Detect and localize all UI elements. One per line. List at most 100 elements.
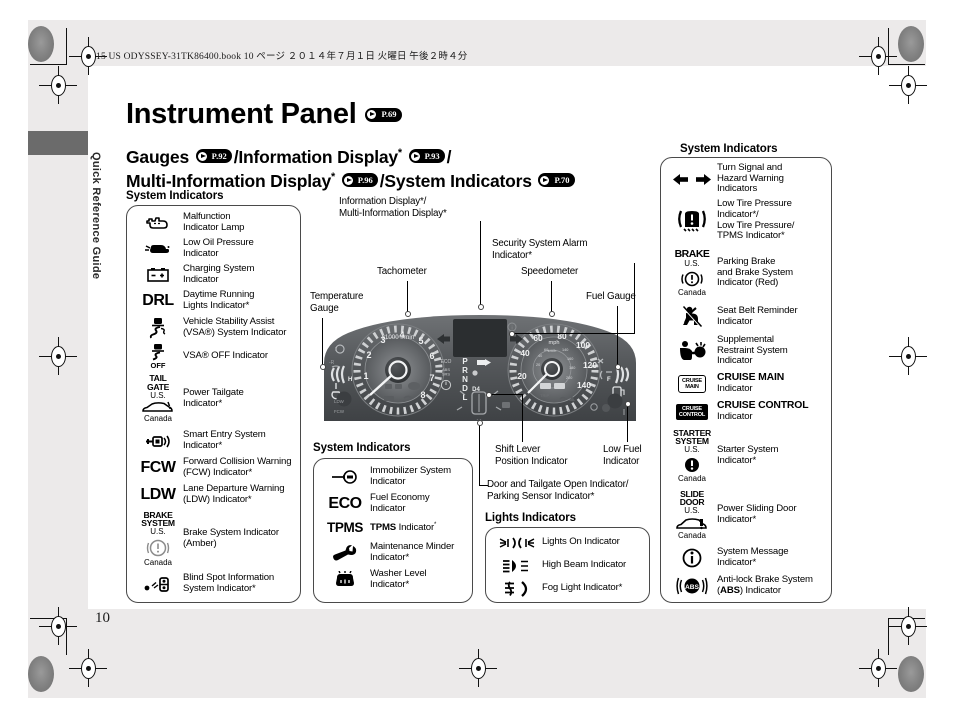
vsa-off-icon: OFF bbox=[135, 343, 181, 370]
high-beam-icon bbox=[494, 558, 540, 574]
leader-line-shift-lever-horizontal bbox=[489, 394, 523, 395]
page-ref-badge-system-indicators[interactable]: P.70 bbox=[538, 173, 575, 187]
page-ref-badge-title[interactable]: P.69 bbox=[365, 107, 402, 122]
tpms-bold-prefix: TPMS bbox=[370, 521, 397, 533]
callout-fuel-gauge: Fuel Gauge bbox=[586, 291, 636, 302]
supplemental-restraint-icon bbox=[669, 340, 715, 362]
list-item-label: Vehicle Stability Assist (VSA®) System In… bbox=[183, 316, 287, 338]
list-item: Immobilizer System Indicator bbox=[314, 463, 472, 490]
registration-mark-bottom-right bbox=[889, 607, 927, 645]
low-oil-pressure-icon bbox=[135, 241, 181, 258]
list-item: Seat Belt Reminder Indicator bbox=[661, 302, 831, 332]
list-item-label: Malfunction Indicator Lamp bbox=[183, 211, 245, 233]
list-item: FCW Forward Collision Warning (FCW) Indic… bbox=[127, 454, 300, 481]
malfunction-indicator-lamp-icon bbox=[135, 215, 181, 232]
list-item-label: Seat Belt Reminder Indicator bbox=[717, 305, 798, 327]
list-item-label: High Beam Indicator bbox=[542, 559, 627, 571]
list-item: Blind Spot Information System Indicator* bbox=[127, 570, 300, 598]
leader-line-temperature-gauge bbox=[322, 318, 323, 366]
svg-text:km/h: km/h bbox=[548, 348, 557, 353]
immobilizer-key-icon bbox=[322, 469, 368, 484]
washer-level-icon bbox=[322, 570, 368, 589]
region-label-us: U.S. bbox=[684, 506, 700, 516]
list-item-label: Low Oil Pressure Indicator bbox=[183, 237, 254, 259]
print-file-header: 15 US ODYSSEY-31TK86400.book 10 ページ ２０１４… bbox=[96, 52, 468, 62]
list-item-label: Supplemental Restraint System Indicator bbox=[717, 334, 788, 367]
list-item: Maintenance Minder Indicator* bbox=[314, 539, 472, 566]
leader-line-speedometer bbox=[551, 281, 552, 313]
list-item: OFF VSA® OFF Indicator bbox=[127, 342, 300, 370]
blind-spot-information-icon bbox=[135, 575, 181, 594]
page-ref-badge-multi-info[interactable]: P.96 bbox=[341, 173, 378, 187]
caption-lights-indicators: Lights Indicators bbox=[485, 512, 576, 524]
vsa-system-icon bbox=[135, 317, 181, 339]
page-number: 10 bbox=[95, 610, 110, 626]
tailgate-text-icon: TAIL GATE bbox=[146, 373, 170, 392]
list-item: Smart Entry System Indicator* bbox=[127, 428, 300, 454]
system-message-icon bbox=[669, 547, 715, 569]
svg-text:D: D bbox=[462, 384, 468, 393]
list-item: CRUISE CONTROL CRUISE CONTROL Indicator bbox=[661, 398, 831, 426]
list-item: Charging System Indicator bbox=[127, 262, 300, 288]
list-item-label: Anti-lock Brake System (ABS) Indicator bbox=[717, 574, 813, 596]
page-ref-text: P.93 bbox=[424, 150, 440, 161]
leader-endpoint-door-tailgate bbox=[477, 420, 483, 426]
brake-warning-symbol-icon bbox=[681, 271, 703, 286]
list-item-label: Fog Light Indicator* bbox=[542, 582, 623, 594]
list-item-label: VSA® OFF Indicator bbox=[183, 349, 268, 361]
page-ref-text: P.70 bbox=[554, 174, 570, 185]
list-item: Malfunction Indicator Lamp bbox=[127, 210, 300, 236]
subtitle-slash-1: / bbox=[446, 147, 452, 167]
list-item: SLIDE DOOR U.S. Canada Power Sliding Door… bbox=[661, 486, 831, 544]
list-item-label: Parking Brake and Brake System Indicator (… bbox=[717, 256, 793, 289]
list-item-label: Daytime Running Lights Indicator* bbox=[183, 289, 255, 311]
print-corner-dot-bottom-left bbox=[28, 656, 54, 692]
svg-text:2: 2 bbox=[366, 350, 371, 360]
svg-text:8: 8 bbox=[420, 390, 425, 400]
power-tailgate-icon: TAIL GATE U.S. Canada bbox=[135, 374, 181, 424]
page-ref-badge-info-display[interactable]: P.93 bbox=[408, 149, 445, 163]
leader-endpoint-fuel-gauge bbox=[615, 364, 621, 370]
arrow-right-icon bbox=[343, 174, 356, 186]
left-system-indicators-box: Malfunction Indicator Lamp Low Oil Pressu… bbox=[126, 205, 301, 603]
cruise-main-icon: CRUISE MAIN bbox=[669, 375, 715, 393]
list-item: Low Oil Pressure Indicator bbox=[127, 236, 300, 262]
svg-text:100: 100 bbox=[576, 340, 590, 350]
svg-text:LDW: LDW bbox=[334, 399, 345, 404]
registration-mark-top-left-lower bbox=[39, 66, 77, 104]
list-item: STARTER SYSTEM U.S. Canada Starter System… bbox=[661, 426, 831, 486]
registration-mark-right-middle bbox=[889, 337, 927, 375]
callout-security-system-alarm: Security System Alarm Indicator* bbox=[492, 238, 588, 261]
list-item: CRUISE MAIN CRUISE MAIN Indicator bbox=[661, 370, 831, 398]
callout-low-fuel-indicator: Low Fuel Indicator bbox=[603, 444, 642, 467]
leader-endpoint-low-fuel bbox=[625, 401, 631, 407]
svg-text:4: 4 bbox=[399, 330, 404, 340]
list-item: Supplemental Restraint System Indicator bbox=[661, 332, 831, 370]
list-item-label: Lane Departure Warning (LDW) Indicator* bbox=[183, 482, 285, 505]
eco-text-icon: ECO bbox=[328, 494, 362, 512]
list-item: High Beam Indicator bbox=[486, 554, 649, 577]
crop-bracket-top-left bbox=[30, 28, 67, 65]
list-item: BRAKE U.S. Canada Parking Brake and Brake… bbox=[661, 244, 831, 302]
registration-mark-left-middle bbox=[39, 337, 77, 375]
svg-text:1: 1 bbox=[363, 371, 368, 381]
arrow-right-icon bbox=[367, 109, 379, 121]
callout-shift-lever-position: Shift Lever Position Indicator bbox=[495, 444, 568, 467]
registration-mark-bottom-left-lower bbox=[69, 649, 107, 687]
leader-line-low-fuel bbox=[627, 404, 628, 442]
list-item-label: Maintenance Minder Indicator* bbox=[370, 540, 455, 563]
registration-mark-bottom-left bbox=[39, 607, 77, 645]
sliding-door-vehicle-icon bbox=[676, 517, 707, 529]
sidebar-section-label: Quick Reference Guide bbox=[90, 152, 102, 280]
lights-indicators-box: Lights On Indicator High Beam Indicator … bbox=[485, 527, 650, 603]
list-item-label: Turn Signal and Hazard Warning Indicators bbox=[717, 162, 784, 195]
svg-text:20: 20 bbox=[517, 371, 527, 381]
sidebar-tab bbox=[28, 131, 88, 155]
brake-system-amber-icon: BRAKE SYSTEM U.S. Canada bbox=[135, 510, 181, 568]
svg-text:P: P bbox=[462, 357, 468, 366]
leader-endpoint-security-alarm bbox=[509, 331, 515, 337]
leader-line-fuel-gauge bbox=[617, 306, 618, 366]
cruise-control-badge: CRUISE CONTROL bbox=[675, 404, 709, 420]
page-ref-badge-gauges[interactable]: P.92 bbox=[195, 149, 232, 163]
footnote-asterisk: * bbox=[331, 171, 336, 184]
